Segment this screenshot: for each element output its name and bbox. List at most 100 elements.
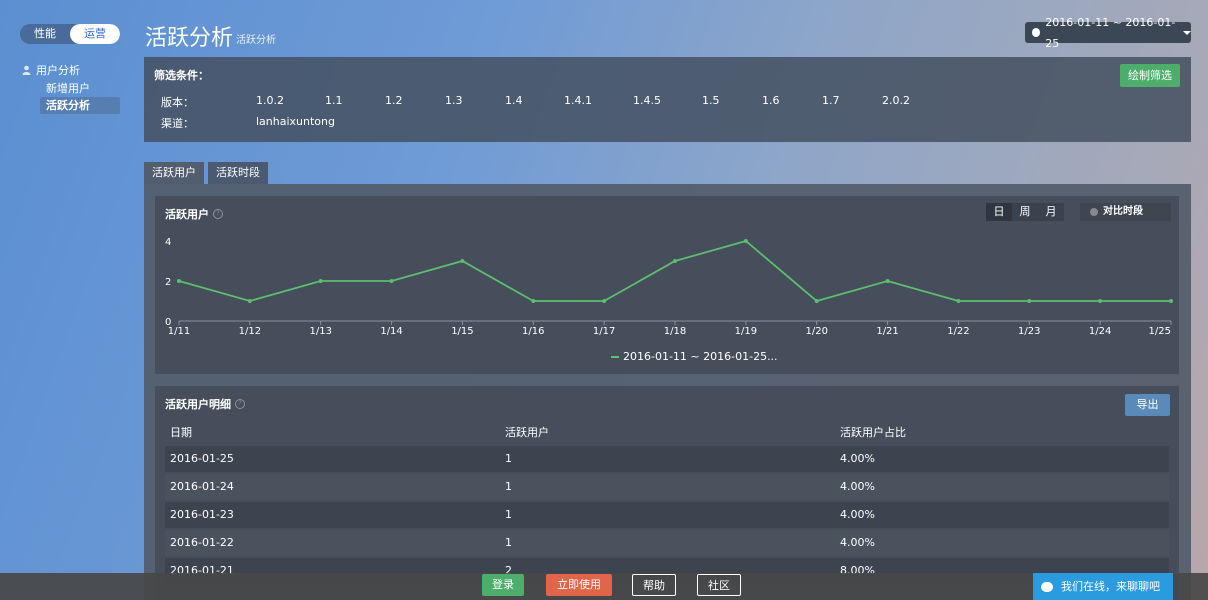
version-option[interactable]: 1.7 [822, 94, 840, 107]
sidebar-item-active-analysis[interactable]: 活跃分析 [40, 97, 120, 114]
filter-title: 筛选条件： [154, 69, 209, 82]
data-point [1027, 299, 1032, 303]
sidebar: 性能 运营 用户分析 新增用户 活跃分析 [0, 0, 130, 600]
use-now-button[interactable]: 立即使用 [546, 574, 612, 596]
help-icon[interactable]: ? [235, 399, 245, 409]
chart-title-text: 活跃用户 [165, 208, 209, 221]
compare-label: 对比时段 [1103, 206, 1143, 217]
version-option[interactable]: 1.5 [702, 94, 720, 107]
page-title: 活跃分析 [145, 26, 234, 51]
community-button[interactable]: 社区 [697, 574, 741, 596]
version-option[interactable]: 2.0.2 [882, 94, 910, 107]
cell-date: 2016-01-25 [170, 452, 234, 465]
x-tick-label: 1/20 [805, 326, 827, 337]
login-button[interactable]: 登录 [482, 574, 524, 596]
data-point [956, 299, 961, 303]
module-switch: 性能 运营 [20, 24, 120, 44]
segment-operation[interactable]: 运营 [70, 24, 120, 44]
data-point [885, 279, 890, 283]
column-header-date[interactable]: 日期 [170, 422, 192, 444]
nav-group-user-analysis: 用户分析 新增用户 活跃分析 [22, 62, 120, 114]
bottom-toolbar: 登录 立即使用 帮助 社区 我们在线，来聊聊吧 [0, 573, 1208, 600]
nav-group-label: 用户分析 [36, 64, 80, 77]
help-button[interactable]: 帮助 [632, 574, 676, 596]
caret-down-icon [1183, 30, 1191, 35]
export-button[interactable]: 导出 [1125, 394, 1170, 416]
granularity-month[interactable]: 月 [1038, 203, 1064, 221]
x-tick-label: 1/17 [593, 326, 615, 337]
clock-icon [1032, 28, 1041, 37]
version-option[interactable]: 1.1 [325, 94, 343, 107]
legend-label: 2016-01-11 ~ 2016-01-25... [623, 350, 778, 363]
x-tick-label: 1/25 [1149, 326, 1171, 337]
table-row: 2016-01-23 1 4.00% [165, 502, 1169, 528]
x-tick-label: 1/24 [1089, 326, 1111, 337]
data-point [389, 279, 394, 283]
tab-bar: 活跃用户 活跃时段 [144, 162, 268, 184]
draw-filter-button[interactable]: 绘制筛选 [1120, 64, 1180, 87]
table-title-text: 活跃用户明细 [165, 398, 231, 411]
help-icon[interactable]: ? [213, 209, 223, 219]
table-row: 2016-01-22 1 4.00% [165, 530, 1169, 556]
version-option[interactable]: 1.4.5 [633, 94, 661, 107]
table-header: 日期 活跃用户 活跃用户占比 [165, 422, 1169, 444]
version-option[interactable]: 1.0.2 [256, 94, 284, 107]
filter-panel: 筛选条件： 绘制筛选 版本： 1.0.2 1.1 1.2 1.3 1.4 1.4… [144, 57, 1191, 142]
data-point [247, 299, 252, 303]
data-point [673, 259, 677, 263]
cell-active-ratio: 4.00% [840, 480, 875, 493]
cell-active-ratio: 4.00% [840, 508, 875, 521]
active-users-chart: 0241/11 1/12 1/13 1/14 1/15 1/16 1/17 1/18 1/19 1… [165, 237, 1173, 337]
tab-active-periods[interactable]: 活跃时段 [208, 162, 268, 184]
table-row: 2016-01-24 1 4.00% [165, 474, 1169, 500]
compare-period-dropdown[interactable]: 对比时段 [1080, 203, 1171, 221]
data-point [743, 239, 748, 243]
data-point [1098, 299, 1103, 303]
version-option[interactable]: 1.2 [385, 94, 403, 107]
version-option[interactable]: 1.6 [762, 94, 780, 107]
x-tick-label: 1/11 [168, 326, 190, 337]
legend-swatch [611, 355, 619, 358]
compare-dot-icon [1090, 208, 1098, 216]
x-tick-label: 1/21 [876, 326, 898, 337]
data-point [460, 259, 465, 263]
version-option[interactable]: 1.4.1 [564, 94, 592, 107]
x-tick-label: 1/16 [522, 326, 544, 337]
nav-group-header[interactable]: 用户分析 [22, 62, 120, 78]
table-title: 活跃用户明细 ? [165, 396, 245, 412]
date-range-text: 2016-01-11 ~ 2016-01-25 [1045, 15, 1176, 50]
chart-legend[interactable]: 2016-01-11 ~ 2016-01-25... [611, 350, 778, 363]
granularity-day[interactable]: 日 [986, 203, 1012, 221]
date-range-picker[interactable]: 2016-01-11 ~ 2016-01-25 [1025, 16, 1191, 50]
tab-active-users[interactable]: 活跃用户 [144, 162, 204, 184]
data-point [177, 279, 181, 283]
version-label: 版本： [161, 96, 194, 109]
cell-date: 2016-01-23 [170, 508, 234, 521]
active-users-detail-card: 活跃用户明细 ? 导出 日期 活跃用户 活跃用户占比 2016-01-25 1 … [155, 386, 1179, 600]
data-point [318, 279, 323, 283]
granularity-week[interactable]: 周 [1012, 203, 1038, 221]
x-tick-label: 1/13 [309, 326, 331, 337]
segment-performance[interactable]: 性能 [20, 24, 70, 44]
channel-option[interactable]: lanhaixuntong [256, 115, 335, 128]
column-header-active-users[interactable]: 活跃用户 [505, 422, 549, 444]
x-tick-label: 1/15 [451, 326, 473, 337]
tab-content: 0 2 4 1/11 1/12 1/13 1/14 1/15 1/16 1/17 1/18 1/19 1… [144, 184, 1191, 600]
data-point [531, 299, 536, 303]
cell-active-users: 1 [505, 508, 512, 521]
x-tick-label: 1/18 [664, 326, 686, 337]
cell-active-users: 1 [505, 536, 512, 549]
x-tick-label: 1/23 [1018, 326, 1040, 337]
online-chat-button[interactable]: 我们在线，来聊聊吧 [1033, 573, 1173, 600]
data-point [1169, 299, 1173, 303]
table-row: 2016-01-25 1 4.00% [165, 446, 1169, 472]
page-subtitle: 活跃分析 [236, 35, 276, 46]
granularity-switch: 日 周 月 [986, 203, 1064, 221]
column-header-active-ratio[interactable]: 活跃用户占比 [840, 422, 906, 444]
version-option[interactable]: 1.4 [505, 94, 523, 107]
sidebar-item-new-users[interactable]: 新增用户 [40, 80, 120, 97]
version-option[interactable]: 1.3 [445, 94, 463, 107]
cell-active-users: 1 [505, 480, 512, 493]
cell-active-users: 1 [505, 452, 512, 465]
cell-active-ratio: 4.00% [840, 452, 875, 465]
